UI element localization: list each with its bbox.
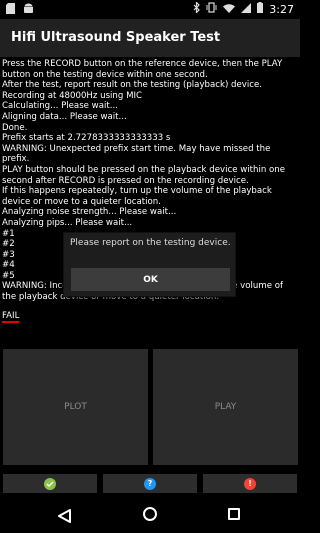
log-line: Aligning data... Please wait...: [2, 111, 127, 122]
check-icon: [44, 477, 56, 490]
android-icon: [23, 3, 34, 17]
back-icon[interactable]: [58, 508, 71, 527]
ok-button[interactable]: OK: [71, 268, 230, 291]
log-line: Analyzing noise strength... Please wait.…: [2, 207, 177, 218]
action-bar: Hifi Ultrasound Speaker Test: [0, 19, 300, 57]
log-line: PLAY button should be pressed on the pla…: [2, 164, 285, 186]
log-line: Recording at 48000Hz using MIC: [2, 90, 143, 101]
bluetooth-icon: [193, 1, 201, 16]
exclamation-icon: !: [244, 477, 256, 490]
fail-button[interactable]: !: [203, 474, 297, 493]
battery-icon: [257, 2, 264, 16]
info-button[interactable]: ?: [103, 474, 197, 493]
log-line: Calculating... Please wait...: [2, 101, 118, 112]
navigation-bar: [0, 497, 300, 533]
recent-apps-icon[interactable]: [228, 508, 240, 520]
log-line: Prefix starts at 2.7278333333333333 s: [2, 133, 171, 144]
vibrate-icon: [206, 2, 217, 16]
question-icon: ?: [144, 477, 156, 490]
app-title: Hifi Ultrasound Speaker Test: [11, 30, 221, 45]
clock: 3:27: [269, 2, 294, 16]
log-line: Analyzing pips... Please wait...: [2, 217, 133, 228]
plot-button[interactable]: PLOT: [3, 349, 148, 465]
log-line: If this happens repeatedly, turn up the …: [2, 186, 272, 207]
test-log: Press the RECORD button on the reference…: [0, 57, 300, 347]
signal-icon: [241, 2, 252, 16]
result-fail-label: FAIL: [2, 311, 20, 324]
log-line: WARNING: Unexpected prefix start time. M…: [2, 143, 271, 165]
home-icon[interactable]: [143, 507, 157, 521]
play-button[interactable]: PLAY: [153, 349, 298, 465]
sd-card-icon: [6, 3, 15, 17]
log-line: Done.: [2, 122, 28, 133]
report-dialog: Please report on the testing device. OK: [63, 232, 236, 297]
wifi-icon: [223, 3, 236, 16]
log-line: Press the RECORD button on the reference…: [2, 59, 283, 80]
dialog-message: Please report on the testing device.: [70, 238, 231, 248]
pass-button[interactable]: [3, 474, 97, 493]
log-line: After the test, report result on the tes…: [2, 80, 263, 91]
status-bar: 3:27: [0, 0, 300, 19]
